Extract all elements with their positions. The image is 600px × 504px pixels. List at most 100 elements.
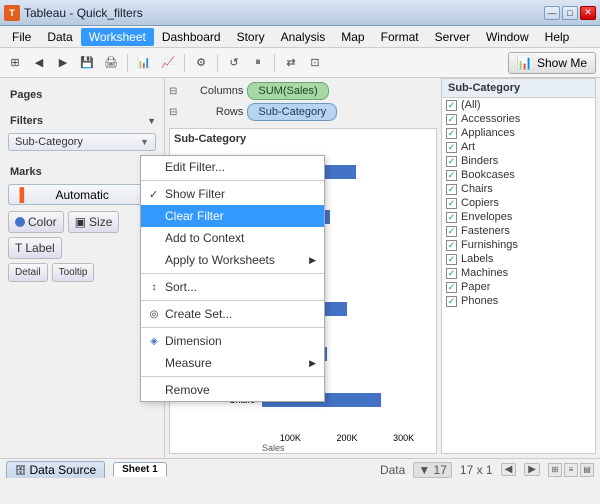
- ctx-sep5: [141, 376, 324, 377]
- menu-dashboard[interactable]: Dashboard: [154, 28, 229, 46]
- filter-item-art[interactable]: ✓ Art: [442, 140, 595, 154]
- filter-item-paper[interactable]: ✓ Paper: [442, 280, 595, 294]
- ctx-sort[interactable]: ↕ Sort...: [141, 276, 324, 298]
- checkbox-fasteners[interactable]: ✓: [446, 226, 457, 237]
- toolbar-back-icon[interactable]: ◀: [28, 52, 50, 74]
- marks-detail-button[interactable]: Detail: [8, 263, 48, 282]
- toolbar-filter-icon[interactable]: ⚙: [190, 52, 212, 74]
- filter-item-fasteners[interactable]: ✓ Fasteners: [442, 224, 595, 238]
- filter-item-phones[interactable]: ✓ Phones: [442, 294, 595, 308]
- filter-item-text-accessories: Accessories: [461, 113, 520, 125]
- shelf-area: ⊟ Columns SUM(Sales) ⊟ Rows Sub-Category: [165, 78, 441, 128]
- checkbox-paper[interactable]: ✓: [446, 282, 457, 293]
- checkbox-phones[interactable]: ✓: [446, 296, 457, 307]
- maximize-button[interactable]: □: [562, 6, 578, 20]
- ctx-create-set[interactable]: ◎ Create Set...: [141, 303, 324, 325]
- toolbar-bar-chart-icon[interactable]: 📊: [133, 52, 155, 74]
- filter-item-appliances[interactable]: ✓ Appliances: [442, 126, 595, 140]
- checkbox-all[interactable]: ✓: [446, 100, 457, 111]
- filter-item-binders[interactable]: ✓ Binders: [442, 154, 595, 168]
- checkbox-binders[interactable]: ✓: [446, 156, 457, 167]
- checkbox-bookcases[interactable]: ✓: [446, 170, 457, 181]
- checkbox-chairs[interactable]: ✓: [446, 184, 457, 195]
- marks-size-button[interactable]: ▣ Size: [68, 211, 120, 233]
- toolbar-fit-icon[interactable]: ⊡: [304, 52, 326, 74]
- nav-left-icon[interactable]: ◀: [501, 463, 517, 476]
- ctx-remove[interactable]: Remove: [141, 379, 324, 401]
- ctx-measure[interactable]: Measure ▶: [141, 352, 324, 374]
- view-card-icon[interactable]: ▤: [580, 463, 594, 477]
- marks-tooltip-button[interactable]: Tooltip: [52, 263, 95, 282]
- create-set-label: Create Set...: [165, 307, 232, 321]
- menu-map[interactable]: Map: [333, 28, 372, 46]
- show-me-button[interactable]: 📊 Show Me: [508, 52, 596, 74]
- window-controls[interactable]: — □ ✕: [544, 6, 596, 20]
- marks-label-label: Label: [25, 241, 54, 255]
- sheet1-tab[interactable]: Sheet 1: [113, 462, 167, 477]
- titlebar-left: T Tableau - Quick_filters: [4, 5, 143, 21]
- marks-size-label: Size: [89, 215, 112, 229]
- ctx-show-filter[interactable]: Show Filter: [141, 183, 324, 205]
- toolbar-forward-icon[interactable]: ▶: [52, 52, 74, 74]
- menu-data[interactable]: Data: [39, 28, 80, 46]
- checkbox-accessories[interactable]: ✓: [446, 114, 457, 125]
- menu-help[interactable]: Help: [537, 28, 578, 46]
- menu-server[interactable]: Server: [427, 28, 478, 46]
- marks-color-button[interactable]: Color: [8, 211, 64, 233]
- menu-worksheet[interactable]: Worksheet: [81, 28, 154, 46]
- filter-item-chairs[interactable]: ✓ Chairs: [442, 182, 595, 196]
- view-list-icon[interactable]: ≡: [564, 463, 578, 477]
- checkbox-envelopes[interactable]: ✓: [446, 212, 457, 223]
- filter-item-bookcases[interactable]: ✓ Bookcases: [442, 168, 595, 182]
- measure-submenu-icon: ▶: [309, 358, 316, 369]
- checkbox-machines[interactable]: ✓: [446, 268, 457, 279]
- ctx-apply-worksheets[interactable]: Apply to Worksheets ▶: [141, 249, 324, 271]
- menu-format[interactable]: Format: [373, 28, 427, 46]
- datasource-tab[interactable]: 🗄 Data Source: [6, 461, 105, 478]
- checkbox-art[interactable]: ✓: [446, 142, 457, 153]
- show-filter-label: Show Filter: [165, 187, 225, 201]
- menu-window[interactable]: Window: [478, 28, 537, 46]
- filter-item-machines[interactable]: ✓ Machines: [442, 266, 595, 280]
- label-icon: T: [15, 241, 22, 255]
- filter-item-text-binders: Binders: [461, 155, 498, 167]
- filter-pill-subcategory[interactable]: Sub-Category ▼: [8, 133, 156, 151]
- marks-section: Marks ▐ Automatic ▼ Color ▣ Size T Label: [4, 163, 160, 282]
- rows-pill[interactable]: Sub-Category: [247, 103, 337, 121]
- filter-item-all[interactable]: ✓ (All): [442, 98, 595, 112]
- toolbar-chart2-icon[interactable]: 📈: [157, 52, 179, 74]
- filter-item-copiers[interactable]: ✓ Copiers: [442, 196, 595, 210]
- checkbox-appliances[interactable]: ✓: [446, 128, 457, 139]
- x-label-200k: 200K: [336, 433, 357, 443]
- filter-item-furnishings[interactable]: ✓ Furnishings: [442, 238, 595, 252]
- marks-type-dropdown[interactable]: ▐ Automatic ▼: [8, 184, 156, 205]
- toolbar-grid-icon[interactable]: ⊞: [4, 52, 26, 74]
- ctx-edit-filter[interactable]: Edit Filter...: [141, 156, 324, 178]
- menu-file[interactable]: File: [4, 28, 39, 46]
- ctx-clear-filter[interactable]: Clear Filter: [141, 205, 324, 227]
- filter-item-accessories[interactable]: ✓ Accessories: [442, 112, 595, 126]
- toolbar-pause-icon[interactable]: ⏸: [247, 52, 269, 74]
- menu-story[interactable]: Story: [229, 28, 273, 46]
- menu-analysis[interactable]: Analysis: [273, 28, 334, 46]
- ctx-dimension[interactable]: ◈ Dimension: [141, 330, 324, 352]
- marks-type-label: Automatic: [55, 188, 108, 202]
- dimensions-label: 17 x 1: [460, 463, 493, 477]
- filters-expand-icon[interactable]: ▼: [147, 116, 156, 126]
- toolbar-print-icon[interactable]: 🖨: [100, 52, 122, 74]
- toolbar-swap-icon[interactable]: ⇄: [280, 52, 302, 74]
- checkbox-furnishings[interactable]: ✓: [446, 240, 457, 251]
- view-grid-icon[interactable]: ⊞: [548, 463, 562, 477]
- ctx-add-context[interactable]: Add to Context: [141, 227, 324, 249]
- minimize-button[interactable]: —: [544, 6, 560, 20]
- checkbox-copiers[interactable]: ✓: [446, 198, 457, 209]
- filter-item-envelopes[interactable]: ✓ Envelopes: [442, 210, 595, 224]
- close-button[interactable]: ✕: [580, 6, 596, 20]
- marks-label-button[interactable]: T Label: [8, 237, 62, 259]
- filter-item-labels[interactable]: ✓ Labels: [442, 252, 595, 266]
- columns-pill[interactable]: SUM(Sales): [247, 82, 328, 100]
- checkbox-labels[interactable]: ✓: [446, 254, 457, 265]
- nav-right-icon[interactable]: ▶: [524, 463, 540, 476]
- toolbar-save-icon[interactable]: 💾: [76, 52, 98, 74]
- toolbar-refresh-icon[interactable]: ↺: [223, 52, 245, 74]
